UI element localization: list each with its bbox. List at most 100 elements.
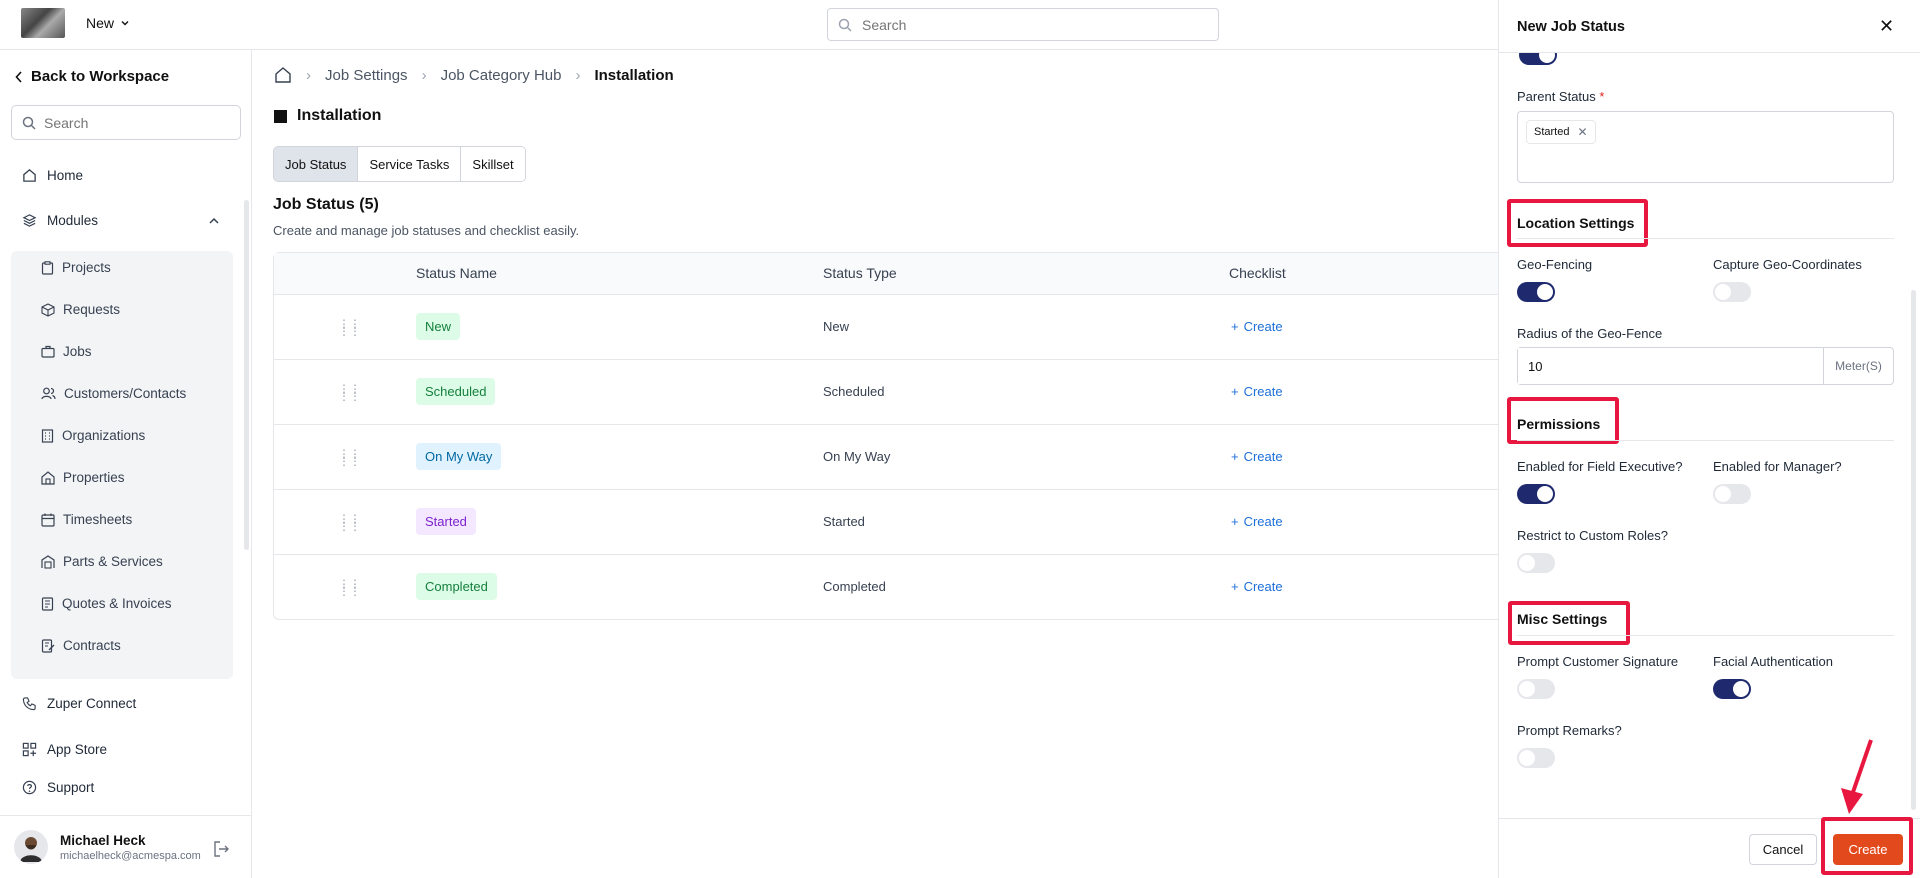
clipboard-icon xyxy=(41,260,54,275)
previous-toggle[interactable] xyxy=(1519,53,1557,65)
geo-fencing-toggle[interactable] xyxy=(1517,282,1555,302)
create-checklist-link[interactable]: + Create xyxy=(1231,319,1283,334)
sidebar-search[interactable] xyxy=(11,105,241,140)
sidebar-item-requests[interactable]: Requests xyxy=(41,302,120,317)
table-row[interactable]: ⋮⋮ ⋮⋮ On My Way On My Way + Create xyxy=(274,425,1522,490)
logout-icon[interactable] xyxy=(212,840,230,861)
home-icon[interactable] xyxy=(274,66,292,84)
table-row[interactable]: ⋮⋮ ⋮⋮ Scheduled Scheduled + Create xyxy=(274,360,1522,425)
sidebar-item-timesheets[interactable]: Timesheets xyxy=(41,512,132,527)
sidebar-item-app-store[interactable]: App Store xyxy=(22,742,107,757)
permissions-heading: Permissions xyxy=(1517,416,1601,432)
tab-job-status[interactable]: Job Status xyxy=(274,147,359,181)
new-job-status-panel: New Job Status ✕ Parent Status * Started… xyxy=(1499,0,1920,878)
tab-service-tasks[interactable]: Service Tasks xyxy=(358,147,462,181)
sidebar-item-label: Home xyxy=(47,168,84,183)
sidebar-item-contracts[interactable]: Contracts xyxy=(41,638,121,653)
radius-label: Radius of the Geo-Fence xyxy=(1517,326,1663,341)
status-type: Started xyxy=(823,514,865,529)
radius-unit: Meter(S) xyxy=(1823,348,1893,384)
sidebar-item-modules[interactable]: Modules xyxy=(22,213,222,228)
table-row[interactable]: ⋮⋮ ⋮⋮ New New + Create xyxy=(274,295,1522,360)
sidebar-item-label: Parts & Services xyxy=(63,554,163,569)
chevron-up-icon xyxy=(209,217,219,224)
layers-icon xyxy=(22,214,37,227)
sidebar-item-parts-services[interactable]: Parts & Services xyxy=(41,554,163,569)
panel-header-divider xyxy=(1499,52,1920,53)
tab-skillset[interactable]: Skillset xyxy=(461,147,525,181)
section-subtitle: Create and manage job statuses and check… xyxy=(273,223,580,238)
facial-auth-toggle[interactable] xyxy=(1713,679,1751,699)
back-to-workspace-link[interactable]: Back to Workspace xyxy=(15,68,169,85)
drag-handle-icon[interactable]: ⋮⋮ ⋮⋮ xyxy=(338,448,361,467)
parent-status-select[interactable]: Started ✕ xyxy=(1517,111,1894,183)
table-header: Status Name Status Type Checklist xyxy=(274,253,1522,295)
create-checklist-link[interactable]: + Create xyxy=(1231,514,1283,529)
chevron-left-icon xyxy=(15,70,22,83)
create-checklist-link[interactable]: + Create xyxy=(1231,449,1283,464)
create-checklist-link[interactable]: + Create xyxy=(1231,579,1283,594)
custom-roles-toggle[interactable] xyxy=(1517,553,1555,573)
home-icon xyxy=(23,169,36,182)
create-label: Create xyxy=(1243,579,1283,594)
plus-icon: + xyxy=(1231,319,1239,334)
field-exec-label: Enabled for Field Executive? xyxy=(1517,459,1683,474)
global-search[interactable] xyxy=(827,8,1219,41)
plus-icon: + xyxy=(1231,384,1239,399)
divider xyxy=(0,815,252,816)
parent-status-label: Parent Status * xyxy=(1517,89,1605,104)
table-row[interactable]: ⋮⋮ ⋮⋮ Started Started + Create xyxy=(274,490,1522,555)
close-icon[interactable]: ✕ xyxy=(1879,16,1894,37)
drag-handle-icon[interactable]: ⋮⋮ ⋮⋮ xyxy=(338,383,361,402)
capture-geo-label: Capture Geo-Coordinates xyxy=(1713,257,1862,272)
panel-title: New Job Status xyxy=(1517,19,1625,35)
global-search-input[interactable] xyxy=(862,16,1192,33)
sidebar-item-label: Modules xyxy=(47,213,99,228)
drag-handle-icon[interactable]: ⋮⋮ ⋮⋮ xyxy=(338,318,361,337)
sidebar-item-properties[interactable]: Properties xyxy=(41,470,125,485)
column-header-status-type: Status Type xyxy=(823,265,897,281)
warehouse-icon xyxy=(41,554,55,569)
breadcrumb-job-settings[interactable]: Job Settings xyxy=(325,67,408,84)
sidebar-item-zuper-connect[interactable]: Zuper Connect xyxy=(22,696,136,711)
sidebar-item-home[interactable]: Home xyxy=(22,168,83,183)
table-row[interactable]: ⋮⋮ ⋮⋮ Completed Completed + Create xyxy=(274,555,1522,620)
status-type: New xyxy=(823,319,850,334)
create-checklist-link[interactable]: + Create xyxy=(1231,384,1283,399)
customer-signature-toggle[interactable] xyxy=(1517,679,1555,699)
phone-icon xyxy=(22,697,36,711)
sidebar-item-organizations[interactable]: Organizations xyxy=(41,428,145,443)
create-button[interactable]: Create xyxy=(1833,834,1903,865)
job-status-table: Status Name Status Type Checklist ⋮⋮ ⋮⋮ Ne… xyxy=(273,252,1523,620)
sidebar-search-input[interactable] xyxy=(44,114,224,131)
field-exec-toggle[interactable] xyxy=(1517,484,1555,504)
drag-handle-icon[interactable]: ⋮⋮ ⋮⋮ xyxy=(338,578,361,597)
new-dropdown[interactable]: New xyxy=(86,15,130,31)
sidebar-item-quotes-invoices[interactable]: Quotes & Invoices xyxy=(41,596,172,611)
search-icon xyxy=(838,18,852,32)
radius-input[interactable] xyxy=(1518,348,1823,384)
capture-geo-toggle[interactable] xyxy=(1713,282,1751,302)
sidebar-item-label: Timesheets xyxy=(63,512,133,527)
sidebar: Back to Workspace Home Modules Projects … xyxy=(0,50,252,878)
avatar xyxy=(14,830,48,864)
sidebar-item-jobs[interactable]: Jobs xyxy=(41,344,92,359)
panel-scrollbar[interactable] xyxy=(1911,290,1916,810)
sidebar-scrollbar[interactable] xyxy=(244,200,249,550)
drag-handle-icon[interactable]: ⋮⋮ ⋮⋮ xyxy=(338,513,361,532)
manager-toggle[interactable] xyxy=(1713,484,1751,504)
create-label: Create xyxy=(1243,449,1283,464)
remarks-toggle[interactable] xyxy=(1517,748,1555,768)
user-profile[interactable]: Michael Heck michaelheck@acmespa.com xyxy=(14,830,201,864)
sidebar-item-support[interactable]: Support xyxy=(22,780,94,795)
page-title: Installation xyxy=(274,107,381,125)
sidebar-item-label: Quotes & Invoices xyxy=(62,596,172,611)
chip-label: Started xyxy=(1534,126,1570,138)
sidebar-item-customers[interactable]: Customers/Contacts xyxy=(41,386,186,401)
briefcase-icon xyxy=(41,345,55,358)
sidebar-item-projects[interactable]: Projects xyxy=(41,260,111,275)
remove-chip-icon[interactable]: ✕ xyxy=(1577,125,1587,139)
company-logo[interactable] xyxy=(21,8,65,38)
breadcrumb-job-category-hub[interactable]: Job Category Hub xyxy=(441,67,562,84)
cancel-button[interactable]: Cancel xyxy=(1749,834,1817,865)
